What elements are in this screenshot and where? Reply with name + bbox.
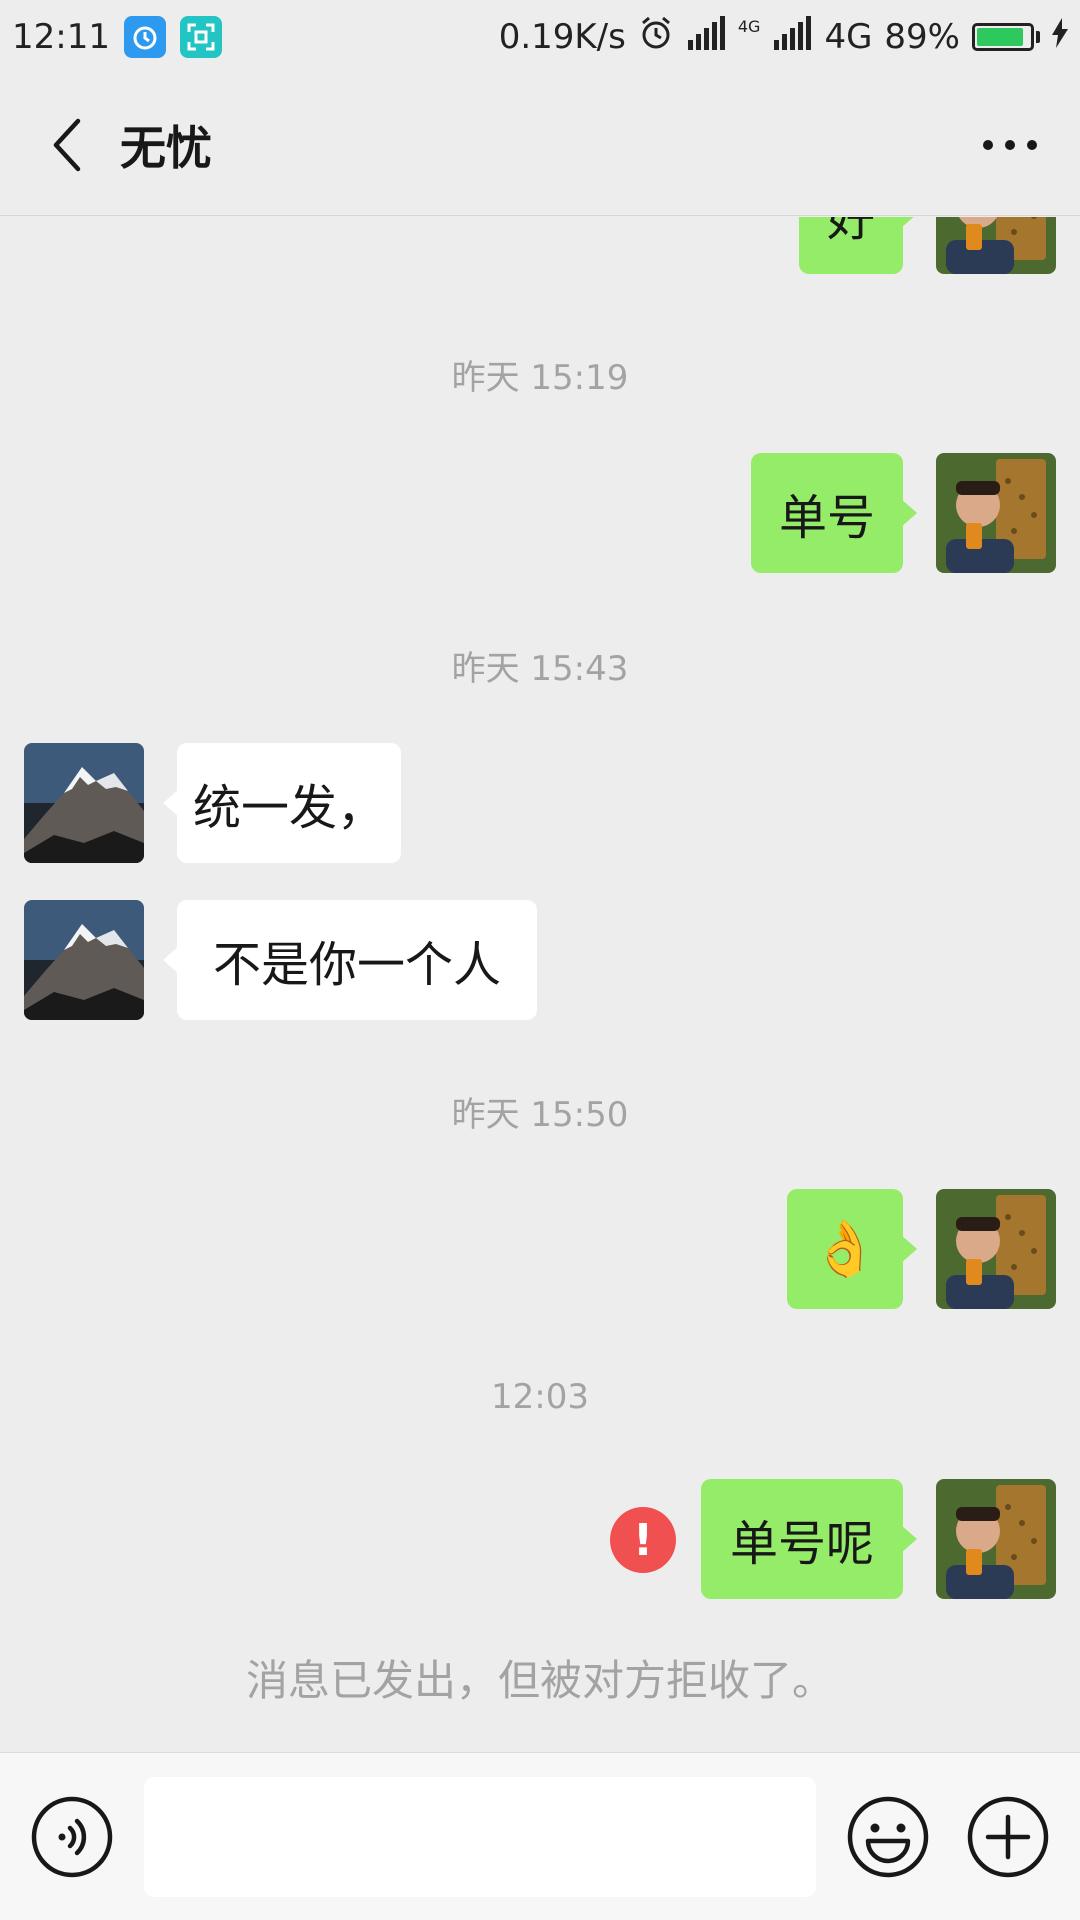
contact-avatar[interactable] xyxy=(24,743,144,863)
status-bar: 12:11 0.19K/s 4G 4G 89% xyxy=(0,0,1080,74)
rejection-notice: 消息已发出，但被对方拒收了。 xyxy=(245,1656,834,1705)
input-bar xyxy=(0,1752,1080,1920)
voice-button[interactable] xyxy=(30,1795,114,1879)
status-time: 12:11 xyxy=(12,17,110,57)
network-speed: 0.19K/s xyxy=(498,17,626,57)
chevron-left-icon xyxy=(53,118,81,171)
sent-message-bubble[interactable]: 好 xyxy=(799,217,917,274)
message-list[interactable]: 好 昨天 15:19 单号 昨天 15:43 统一发， 不是你一个人 昨天 15… xyxy=(0,217,1080,1752)
send-failed-icon[interactable]: ! xyxy=(610,1507,676,1573)
my-avatar[interactable] xyxy=(936,453,1056,573)
received-message-bubble[interactable]: 统一发， xyxy=(163,743,401,863)
battery-icon xyxy=(972,23,1040,51)
my-avatar[interactable] xyxy=(936,1189,1056,1309)
chat-screen: 12:11 0.19K/s 4G 4G 89% 无忧 好 昨天 15:19 单号… xyxy=(0,0,1080,1920)
back-button[interactable] xyxy=(18,95,118,195)
timestamp: 昨天 15:50 xyxy=(451,1095,629,1135)
emoji-button[interactable] xyxy=(846,1795,930,1879)
signal-icon xyxy=(686,15,726,59)
alarm-clock-icon xyxy=(638,15,674,60)
network-type: 4G xyxy=(824,17,873,57)
received-message-bubble[interactable]: 不是你一个人 xyxy=(163,900,537,1020)
signal-icon xyxy=(772,15,812,59)
sent-message-bubble[interactable]: 👌 xyxy=(787,1189,917,1309)
more-button[interactable] xyxy=(970,105,1050,185)
chat-header: 无忧 xyxy=(0,74,1080,216)
contact-avatar[interactable] xyxy=(24,900,144,1020)
my-avatar[interactable] xyxy=(936,217,1056,274)
plus-icon xyxy=(967,1796,1049,1878)
more-functions-button[interactable] xyxy=(966,1795,1050,1879)
battery-percent: 89% xyxy=(884,17,960,57)
voice-icon xyxy=(31,1796,113,1878)
charging-icon xyxy=(1052,17,1068,57)
message-input[interactable] xyxy=(144,1777,816,1897)
battery-level-fill xyxy=(977,28,1024,46)
alarm-app-icon xyxy=(123,16,166,58)
sent-message-bubble[interactable]: 单号呢 xyxy=(701,1479,917,1599)
network-type-small: 4G xyxy=(737,16,761,36)
timestamp: 昨天 15:19 xyxy=(451,358,629,398)
my-avatar[interactable] xyxy=(936,1479,1056,1599)
chat-title: 无忧 xyxy=(120,120,212,175)
timestamp: 昨天 15:43 xyxy=(451,649,629,689)
sent-message-bubble[interactable]: 单号 xyxy=(751,453,917,573)
emoji-icon xyxy=(847,1796,929,1878)
timestamp: 12:03 xyxy=(491,1377,589,1417)
scanner-app-icon xyxy=(179,16,222,58)
more-dots-icon xyxy=(983,139,1037,150)
